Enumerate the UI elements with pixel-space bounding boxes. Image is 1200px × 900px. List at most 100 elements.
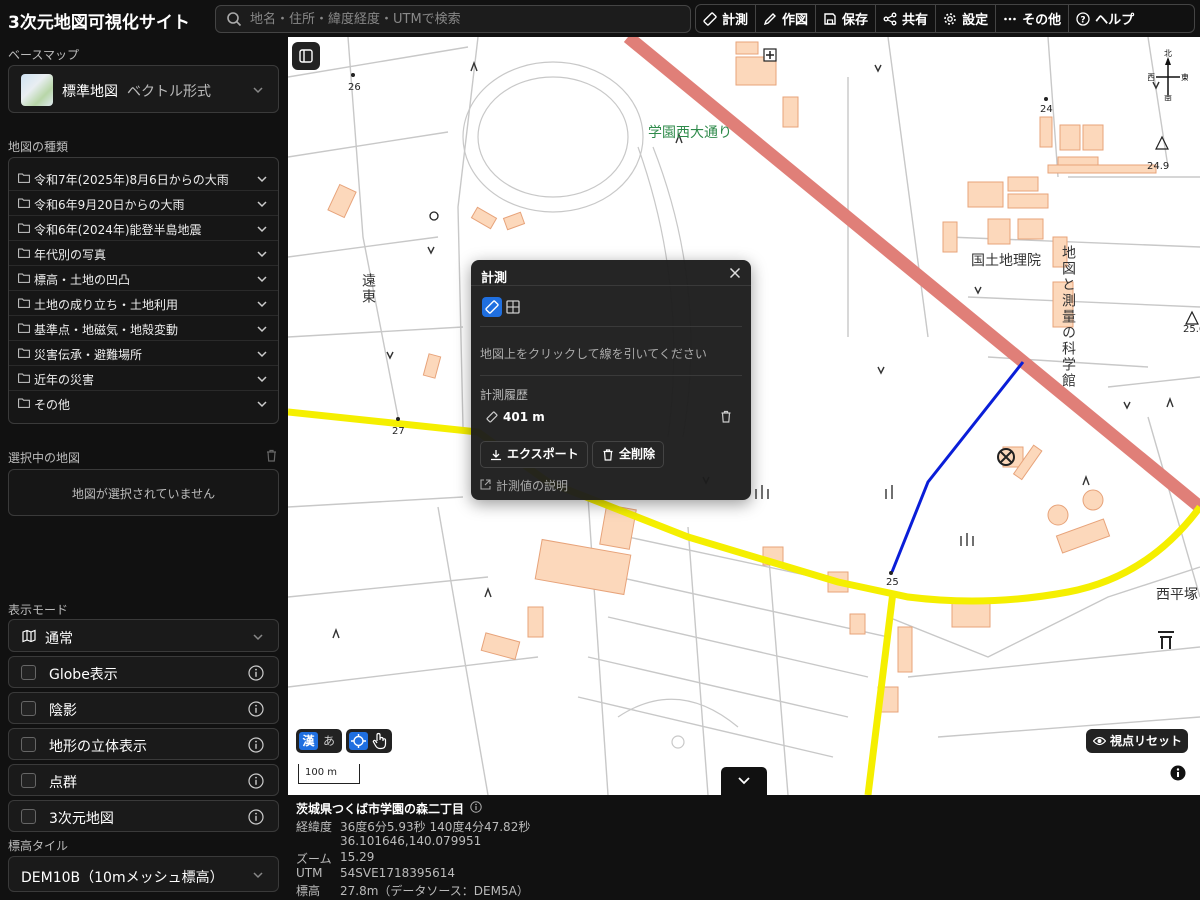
display-option-checkbox[interactable] (21, 773, 36, 788)
trash-icon[interactable] (720, 410, 732, 423)
save-button-label: 保存 (842, 13, 869, 28)
folder-icon (18, 323, 30, 333)
measure-distance-tool[interactable] (482, 297, 502, 317)
hand-pointer-icon[interactable] (371, 732, 389, 750)
elevation-number: 24.9 (1147, 161, 1170, 172)
info-icon[interactable] (248, 665, 264, 681)
elevation-label: 標高 (296, 884, 321, 898)
display-option-checkbox[interactable] (21, 809, 36, 824)
reset-view-button[interactable]: 視点リセット (1086, 729, 1188, 753)
chevron-down-icon (253, 872, 263, 879)
display-option-checkbox[interactable] (21, 737, 36, 752)
info-icon[interactable] (470, 801, 482, 813)
reset-view-label: 視点リセット (1110, 734, 1183, 748)
info-icon[interactable] (248, 809, 264, 825)
elevation-tile-select[interactable]: DEM10B（10mメッシュ標高） (8, 856, 279, 892)
folder-icon (18, 198, 30, 208)
map-type-item[interactable]: 災害伝承・避難場所 (9, 341, 278, 366)
measure-history-item[interactable]: 401 m (480, 409, 742, 427)
basemap-name: 標準地図 (62, 84, 118, 100)
map-type-label: 近年の災害 (34, 373, 95, 387)
display-option-row[interactable]: Globe表示 (8, 656, 279, 688)
display-option-checkbox[interactable] (21, 665, 36, 680)
selected-maps-empty: 地図が選択されていません (8, 469, 279, 516)
sidebar-toggle-button[interactable] (292, 42, 320, 70)
display-option-row[interactable]: 点群 (8, 764, 279, 796)
map-type-label: 令和6年9月20日からの大雨 (34, 198, 185, 212)
save-button[interactable]: 保存 (816, 5, 877, 32)
basemap-thumbnail (21, 74, 53, 106)
label-style-toggle[interactable]: 漢 あ (296, 729, 342, 753)
info-icon[interactable] (248, 737, 264, 753)
location-info-panel: 茨城県つくば市学園の森二丁目 経緯度 36度6分5.93秒 140度4分47.8… (288, 795, 1200, 900)
museum-label: 地図と測量の科学館 (1060, 245, 1076, 389)
map-type-item[interactable]: 令和6年9月20日からの大雨 (9, 191, 278, 216)
map-type-item[interactable]: 令和7年(2025年)8月6日からの大雨 (9, 166, 278, 191)
download-icon (491, 450, 501, 461)
latlon-label: 経緯度 (296, 820, 333, 834)
map-type-item[interactable]: 標高・土地の凹凸 (9, 266, 278, 291)
bottom-panel-toggle[interactable] (721, 767, 767, 795)
map-type-item[interactable]: 令和6年(2024年)能登半島地震 (9, 216, 278, 241)
export-button-label: エクスポート (507, 447, 579, 461)
locate-button[interactable] (349, 732, 368, 750)
map-type-label: 標高・土地の凹凸 (34, 273, 131, 287)
share-button-label: 共有 (902, 13, 929, 28)
settings-button-label: 設定 (962, 13, 989, 28)
map-type-item[interactable]: その他 (9, 391, 278, 416)
utm-value: 54SVE1718395614 (340, 866, 456, 880)
search-input[interactable] (250, 9, 680, 29)
clear-all-button[interactable]: 全削除 (592, 441, 664, 468)
info-icon[interactable] (248, 701, 264, 717)
basemap-format: ベクトル形式 (127, 84, 211, 100)
display-option-label: 点群 (49, 775, 77, 791)
display-option-row[interactable]: 陰影 (8, 692, 279, 724)
area-label-west: 遠東 (360, 273, 376, 305)
display-option-label: 3次元地図 (49, 811, 114, 827)
info-icon[interactable] (248, 773, 264, 789)
compass-icon[interactable]: 北 南 東 西 (1148, 49, 1188, 101)
elevation-number: 25 (886, 577, 899, 588)
more-button[interactable]: その他 (996, 5, 1070, 32)
elevation-number: 26 (348, 82, 361, 93)
draw-button[interactable]: 作図 (756, 5, 817, 32)
compass-north: 北 (1164, 49, 1172, 58)
map-type-item[interactable]: 基準点・地磁気・地殻変動 (9, 316, 278, 341)
display-option-row[interactable]: 3次元地図 (8, 800, 279, 832)
address-value: 茨城県つくば市学園の森二丁目 (296, 802, 465, 816)
svg-text:?: ? (1080, 15, 1085, 25)
search-box[interactable] (215, 5, 691, 33)
close-icon[interactable] (729, 267, 741, 279)
more-icon (1004, 17, 1016, 20)
measure-area-tool[interactable] (505, 299, 521, 315)
kanji-label-option[interactable]: 漢 (299, 732, 318, 750)
trash-icon[interactable] (265, 449, 278, 462)
chevron-down-icon (257, 351, 267, 358)
basemap-select[interactable]: 標準地図 ベクトル形式 (8, 65, 279, 113)
display-mode-select[interactable]: 通常 (8, 619, 279, 652)
measure-explain-link[interactable]: 計測値の説明 (480, 477, 568, 494)
folder-icon (18, 248, 30, 258)
compass-east: 東 (1181, 72, 1188, 82)
map-type-item[interactable]: 土地の成り立ち・土地利用 (9, 291, 278, 316)
display-mode-label: 表示モード (8, 603, 69, 617)
help-button[interactable]: ? ヘルプ (1069, 5, 1141, 32)
toolbar: 計測 作図 保存 共有 設定 その他 ? ヘルプ (695, 4, 1195, 33)
export-button[interactable]: エクスポート (480, 441, 588, 468)
info-icon[interactable] (1170, 765, 1186, 781)
settings-button[interactable]: 設定 (936, 5, 997, 32)
kana-label-option[interactable]: あ (323, 732, 335, 750)
map-type-label: 年代別の写真 (34, 248, 107, 262)
map-types-list: 令和7年(2025年)8月6日からの大雨令和6年9月20日からの大雨令和6年(2… (8, 157, 279, 424)
display-mode-value: 通常 (45, 631, 73, 647)
map-type-item[interactable]: 年代別の写真 (9, 241, 278, 266)
display-option-row[interactable]: 地形の立体表示 (8, 728, 279, 760)
display-option-checkbox[interactable] (21, 701, 36, 716)
measure-button[interactable]: 計測 (696, 5, 757, 32)
gsi-label: 国土地理院 (971, 253, 1041, 269)
map-type-item[interactable]: 近年の災害 (9, 366, 278, 391)
folder-icon (18, 373, 30, 383)
divider (480, 375, 742, 376)
chevron-down-icon (738, 777, 750, 785)
share-button[interactable]: 共有 (876, 5, 937, 32)
